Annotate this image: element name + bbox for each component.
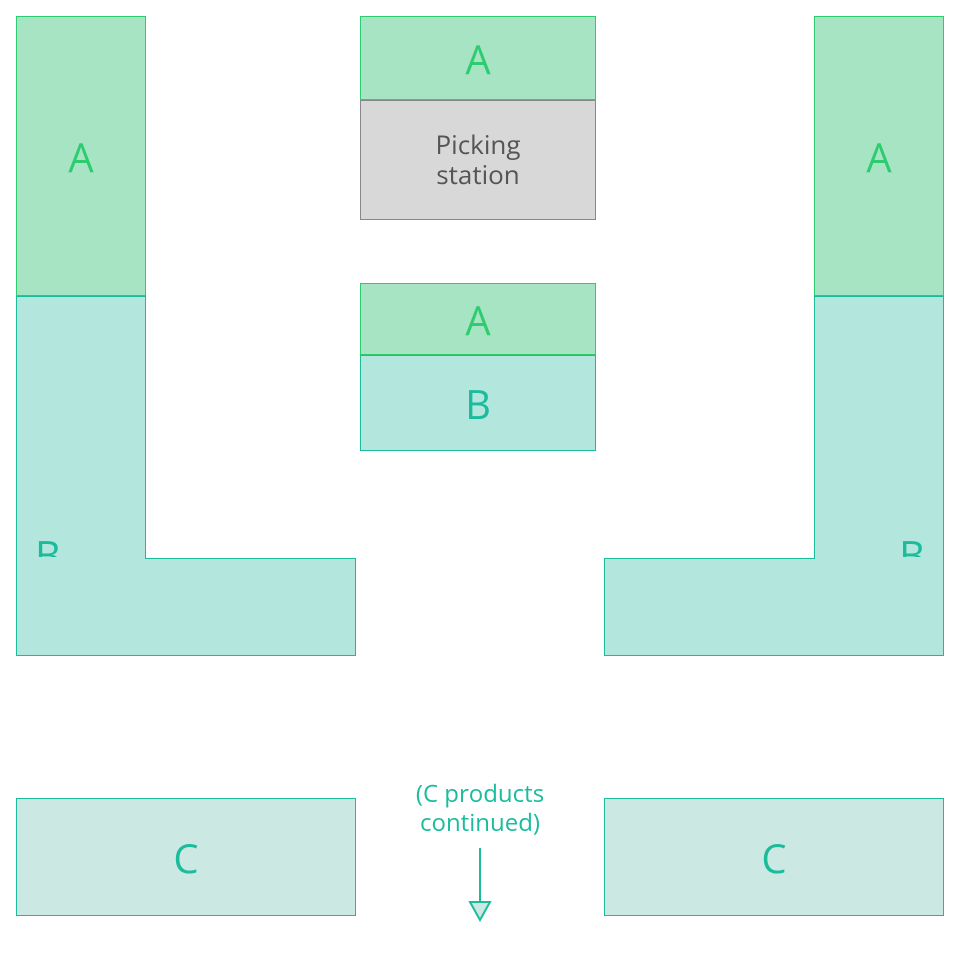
zone-b-centre: B [360, 355, 596, 451]
zone-label: A [866, 129, 891, 184]
zone-b-right-foot [604, 558, 944, 656]
down-arrow-icon [466, 846, 494, 922]
zone-label: A [68, 129, 93, 184]
zone-a-centre: A [360, 283, 596, 355]
warehouse-abc-layout: A Picking station A A A B B B C C (C pro… [0, 0, 960, 960]
zone-label: C [761, 830, 786, 885]
zone-c-left: C [16, 798, 356, 916]
zone-label: A [465, 31, 490, 86]
zone-c-right: C [604, 798, 944, 916]
seam [17, 557, 145, 561]
zone-a-right: A [814, 16, 944, 296]
zone-a-left: A [16, 16, 146, 296]
picking-station: Picking station [360, 100, 596, 220]
zone-label: C [173, 830, 198, 885]
c-continued-caption: (C products continued) [380, 780, 580, 838]
zone-a-top: A [360, 16, 596, 100]
seam [815, 557, 943, 561]
zone-label: B [465, 376, 491, 431]
zone-b-left-foot [16, 558, 356, 656]
zone-label: A [465, 292, 490, 347]
